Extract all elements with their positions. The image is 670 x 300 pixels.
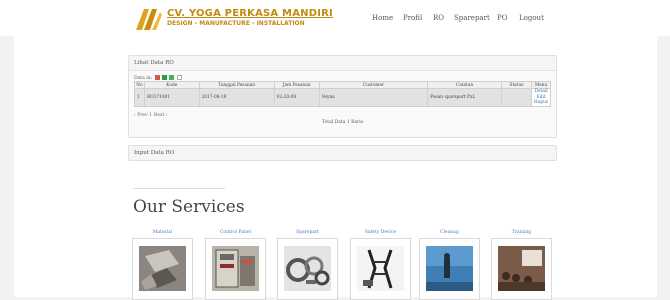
- service-safety-device[interactable]: Safety Device: [350, 230, 411, 300]
- material-photo-icon: [139, 246, 186, 291]
- cleanup-photo-icon: [426, 246, 473, 291]
- col-tanggal[interactable]: Tanggal Pesanan: [198, 81, 275, 89]
- table-row: 1 RO171001 2017-08-19 02:20:08 Veyna Pes…: [134, 88, 551, 107]
- cell-no: 1: [134, 88, 145, 107]
- brand-subtitle: DESIGN - MANUFACTURE - INSTALLATION: [167, 20, 305, 27]
- col-jam[interactable]: Jam Pesanan: [273, 81, 320, 89]
- service-cleanup[interactable]: Cleanup: [419, 230, 480, 300]
- col-menu: Menu: [531, 81, 551, 89]
- cell-customer: Veyna: [318, 88, 429, 107]
- service-label[interactable]: Material: [132, 230, 193, 235]
- service-material[interactable]: Material: [132, 230, 193, 300]
- ro-list-panel: Lihat Data RO Data in: No Kode Tanggal P…: [128, 55, 557, 138]
- safety-device-photo-icon: [357, 246, 404, 291]
- service-label[interactable]: Control Panel: [205, 230, 266, 235]
- ro-table: No Kode Tanggal Pesanan Jam Pesanan Cust…: [134, 81, 551, 107]
- nav-sparepart[interactable]: Sparepart: [454, 14, 490, 22]
- service-label[interactable]: Sparepart: [277, 230, 338, 235]
- service-card: [277, 238, 338, 300]
- sparepart-photo-icon: [284, 246, 331, 291]
- logo-mark-icon: [136, 9, 162, 30]
- services-divider: [133, 188, 225, 189]
- col-catatan[interactable]: Catatan: [427, 81, 502, 89]
- hapus-link[interactable]: Hapus: [532, 100, 550, 106]
- service-control-panel[interactable]: Control Panel: [205, 230, 266, 300]
- total-rows: Total Data 1 Baris: [321, 120, 364, 125]
- nav-home[interactable]: Home: [372, 14, 393, 22]
- detail-link[interactable]: Detail: [532, 89, 550, 95]
- csv-export-icon[interactable]: [169, 75, 175, 80]
- top-bar: CV. YOGA PERKASA MANDIRI DESIGN - MANUFA…: [0, 0, 670, 36]
- col-kode[interactable]: Kode: [143, 81, 200, 89]
- ro-input-panel[interactable]: Input Data RO: [128, 145, 557, 161]
- service-card: [491, 238, 552, 300]
- excel-export-icon[interactable]: [161, 75, 167, 80]
- col-no[interactable]: No: [134, 81, 145, 89]
- service-card: [419, 238, 480, 300]
- cell-tanggal: 2017-08-19: [198, 88, 275, 107]
- service-card: [132, 238, 193, 300]
- pagination[interactable]: ‹ Prev 1 Next ›: [134, 113, 168, 118]
- pdf-export-icon[interactable]: [154, 75, 160, 80]
- nav-profil[interactable]: Profil: [403, 14, 422, 22]
- brand-title: CV. YOGA PERKASA MANDIRI: [167, 8, 333, 19]
- service-training[interactable]: Training: [491, 230, 552, 300]
- brand-logo[interactable]: CV. YOGA PERKASA MANDIRI DESIGN - MANUFA…: [133, 6, 333, 32]
- service-card: [205, 238, 266, 300]
- nav-po[interactable]: PO: [497, 14, 507, 22]
- service-label[interactable]: Training: [491, 230, 552, 235]
- training-photo-icon: [498, 246, 545, 291]
- cell-jam: 02:20:08: [273, 88, 320, 107]
- cell-kode: RO171001: [143, 88, 200, 107]
- ro-input-panel-title: Input Data RO: [129, 146, 556, 160]
- service-sparepart[interactable]: Sparepart: [277, 230, 338, 300]
- nav-logout[interactable]: Logout: [519, 14, 544, 22]
- service-card: [350, 238, 411, 300]
- control-panel-photo-icon: [212, 246, 259, 291]
- cell-status: [500, 88, 533, 107]
- services-heading: Our Services: [133, 197, 245, 217]
- service-label[interactable]: Cleanup: [419, 230, 480, 235]
- nav-ro[interactable]: RO: [433, 14, 444, 22]
- print-icon[interactable]: [177, 75, 182, 80]
- table-header-row: No Kode Tanggal Pesanan Jam Pesanan Cust…: [134, 81, 551, 89]
- col-status[interactable]: Status: [500, 81, 533, 89]
- col-customer[interactable]: Customer: [318, 81, 429, 89]
- ro-list-panel-title: Lihat Data RO: [129, 56, 556, 71]
- service-label[interactable]: Safety Device: [350, 230, 411, 235]
- cell-menu: Detail Edit Hapus: [531, 88, 551, 107]
- cell-catatan: Pesan sparepart PxL: [427, 88, 502, 107]
